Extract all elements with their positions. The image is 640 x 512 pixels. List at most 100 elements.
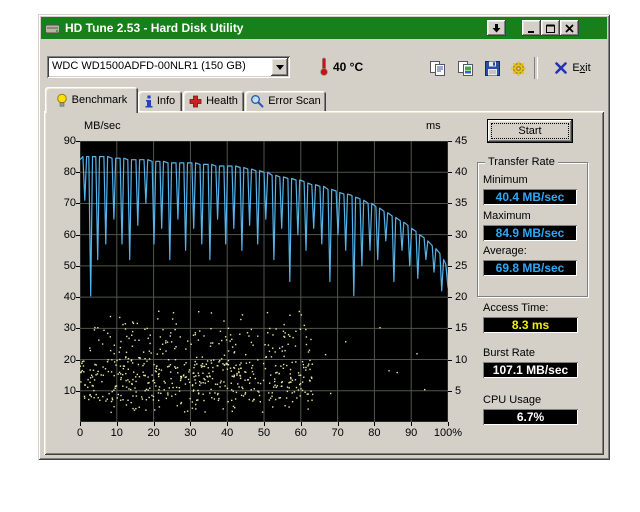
x-axis-tickmark xyxy=(374,422,376,426)
magnifier-icon xyxy=(251,95,264,108)
y-axis-left-tick-label: 90 xyxy=(63,135,76,147)
titlebar: HD Tune 2.53 - Hard Disk Utility xyxy=(41,17,607,39)
health-cross-icon xyxy=(189,95,202,107)
y-axis-right-tick-label: 5 xyxy=(455,384,462,397)
start-button[interactable]: Start xyxy=(488,120,572,142)
temperature-value: 40 °C xyxy=(333,59,364,74)
tab-error-scan-label: Error Scan xyxy=(268,95,321,107)
minimize-icon xyxy=(528,30,534,33)
x-axis-tickmark xyxy=(337,422,339,426)
x-axis-tickmark xyxy=(227,422,229,426)
y-axis-right-tickmark xyxy=(448,359,452,361)
options-icon xyxy=(511,60,526,76)
drive-selector[interactable]: WDC WD1500ADFD-00NLR1 (150 GB) xyxy=(47,56,290,78)
tab-benchmark-label: Benchmark xyxy=(71,94,128,106)
exit-label: Exit xyxy=(572,62,591,74)
y-axis-right-tickmark xyxy=(448,141,452,142)
close-button[interactable] xyxy=(560,20,579,36)
x-axis-tick-label: 70 xyxy=(331,427,344,439)
y-axis-right-tick-label: 20 xyxy=(455,291,468,304)
x-axis-tickmark xyxy=(80,422,81,426)
x-axis-tickmark xyxy=(116,422,118,426)
exit-icon xyxy=(555,62,568,74)
x-axis-tickmark xyxy=(264,422,265,426)
y-axis-right-tick-label: 30 xyxy=(455,228,468,241)
copy-image-button[interactable] xyxy=(453,56,478,80)
cpu-usage-label: CPU Usage xyxy=(483,394,542,406)
copy-text-icon xyxy=(430,60,445,76)
exit-button[interactable]: Exit xyxy=(542,56,604,80)
save-button[interactable] xyxy=(480,56,505,80)
chevron-down-icon xyxy=(275,64,284,70)
average-value: 69.8 MB/sec xyxy=(483,260,577,276)
y-axis-left-tick-label: 80 xyxy=(63,166,76,179)
tab-health-label: Health xyxy=(206,95,238,107)
y-axis-left-tick-label: 20 xyxy=(63,353,76,366)
down-arrow-icon xyxy=(492,23,501,32)
x-axis-tick-label: 20 xyxy=(147,427,160,439)
tab-info[interactable]: Info xyxy=(138,91,182,111)
y-axis-right-tick-label: 15 xyxy=(455,322,468,335)
tab-health[interactable]: Health xyxy=(183,91,244,111)
y-axis-left-tick-label: 40 xyxy=(63,291,76,304)
average-label: Average: xyxy=(483,245,527,257)
tab-benchmark[interactable]: Benchmark xyxy=(45,87,138,113)
y-axis-left-unit: MB/sec xyxy=(84,120,121,132)
benchmark-panel: MB/sec ms Start Transfer Rate Minimum 40… xyxy=(44,111,604,455)
x-axis-tick-label: 60 xyxy=(294,427,307,439)
y-axis-left-tick-label: 30 xyxy=(63,322,76,335)
minimize-button[interactable] xyxy=(522,20,541,36)
window-title: HD Tune 2.53 - Hard Disk Utility xyxy=(65,21,244,35)
y-axis-left-tickmark xyxy=(76,141,80,142)
access-time-label: Access Time: xyxy=(483,302,549,314)
maximum-label: Maximum xyxy=(483,210,531,222)
minimum-label: Minimum xyxy=(483,174,528,186)
y-axis-left-tickmark xyxy=(76,234,80,236)
y-axis-right-tick-label: 40 xyxy=(455,166,468,179)
y-axis-left-tickmark xyxy=(76,390,80,392)
drive-selector-dropdown-button[interactable] xyxy=(271,58,288,76)
y-axis-left-tickmark xyxy=(76,359,80,361)
y-axis-left-tickmark xyxy=(76,172,80,174)
y-axis-left-tickmark xyxy=(76,203,80,205)
x-axis-tick-label: 30 xyxy=(184,427,197,439)
y-axis-left-tick-label: 50 xyxy=(63,259,76,272)
maximum-value: 84.9 MB/sec xyxy=(483,225,577,241)
transfer-rate-legend: Transfer Rate xyxy=(485,156,558,168)
options-button[interactable] xyxy=(506,56,531,80)
y-axis-right-tick-label: 35 xyxy=(455,197,468,210)
y-axis-right-tick-label: 45 xyxy=(455,135,468,147)
burst-rate-value: 107.1 MB/sec xyxy=(483,362,578,378)
y-axis-right-tickmark xyxy=(448,297,452,299)
x-axis-tick-label: 100% xyxy=(433,427,463,439)
benchmark-chart xyxy=(80,141,448,422)
maximize-icon xyxy=(546,24,555,33)
minimum-value: 40.4 MB/sec xyxy=(483,189,577,205)
x-axis-tick-label: 10 xyxy=(110,427,123,439)
drive-selector-value: WDC WD1500ADFD-00NLR1 (150 GB) xyxy=(52,60,246,72)
x-axis-tick-label: 50 xyxy=(257,427,271,439)
minimize-to-tray-button[interactable] xyxy=(487,20,506,36)
lightbulb-icon xyxy=(56,93,67,107)
maximize-button[interactable] xyxy=(541,20,560,36)
y-axis-left-tickmark xyxy=(76,297,80,299)
thermometer-icon xyxy=(320,57,328,76)
y-axis-left-tickmark xyxy=(76,328,80,330)
y-axis-right-tickmark xyxy=(448,172,452,174)
copy-text-button[interactable] xyxy=(425,56,450,80)
x-axis-tick-label: 80 xyxy=(368,427,381,439)
temperature-indicator: 40 °C xyxy=(319,57,363,76)
app-window: HD Tune 2.53 - Hard Disk Utility WDC WD1… xyxy=(38,14,610,460)
y-axis-left-tickmark xyxy=(76,265,80,267)
y-axis-right-tick-label: 10 xyxy=(455,353,468,366)
y-axis-right-tickmark xyxy=(448,328,452,330)
y-axis-left-tick-label: 60 xyxy=(63,228,76,241)
y-axis-left-tick-label: 70 xyxy=(63,197,76,210)
y-axis-right-unit: ms xyxy=(426,120,441,132)
y-axis-right-tickmark xyxy=(448,390,452,392)
x-axis-tickmark xyxy=(190,422,192,426)
tab-error-scan[interactable]: Error Scan xyxy=(245,91,326,111)
y-axis-right-tickmark xyxy=(448,234,452,236)
cpu-usage-value: 6.7% xyxy=(483,409,578,425)
burst-rate-label: Burst Rate xyxy=(483,347,535,359)
